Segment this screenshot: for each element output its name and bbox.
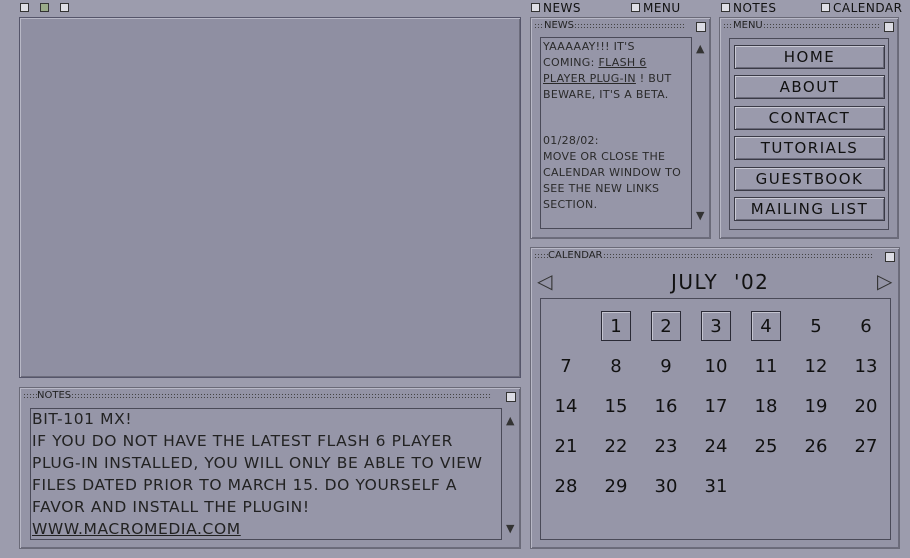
- window-button-3[interactable]: [60, 3, 69, 12]
- prev-month-icon[interactable]: ◁: [537, 269, 552, 293]
- calendar-close-icon[interactable]: [885, 252, 895, 262]
- checkbox-menu-label: MENU: [643, 1, 681, 15]
- calendar-day-23[interactable]: 23: [651, 431, 681, 461]
- calendar-day-8[interactable]: 8: [601, 351, 631, 381]
- calendar-day-19[interactable]: 19: [801, 391, 831, 421]
- menu-close-icon[interactable]: [884, 22, 894, 32]
- menu-panel[interactable]: MENU HOME ABOUT CONTACT TUTORIALS GUESTB…: [719, 17, 899, 239]
- main-content-area: [19, 17, 521, 378]
- notes-body: IF YOU DO NOT HAVE THE LATEST FLASH 6 PL…: [32, 432, 483, 516]
- news-panel-title: NEWS: [544, 20, 575, 31]
- news-close-icon[interactable]: [696, 22, 706, 32]
- calendar-day-14[interactable]: 14: [551, 391, 581, 421]
- news-content: YAAAAAY!!! IT'S COMING: FLASH 6 PLAYER P…: [540, 37, 692, 229]
- calendar-panel[interactable]: CALENDAR ◁ JULY '02 ▷ 1 2 3 4 5 6 7 8 9 10 11 12 13 1…: [530, 247, 900, 549]
- calendar-day-25[interactable]: 25: [751, 431, 781, 461]
- calendar-day-15[interactable]: 15: [601, 391, 631, 421]
- calendar-day-6[interactable]: 6: [851, 311, 881, 341]
- menu-panel-title: MENU: [733, 20, 763, 31]
- calendar-day-20[interactable]: 20: [851, 391, 881, 421]
- calendar-day-22[interactable]: 22: [601, 431, 631, 461]
- notes-panel[interactable]: NOTES BIT-101 MX! IF YOU DO NOT HAVE THE…: [19, 387, 521, 549]
- calendar-day-24[interactable]: 24: [701, 431, 731, 461]
- notes-panel-title: NOTES: [37, 390, 72, 401]
- menu-home-button[interactable]: HOME: [734, 45, 885, 69]
- calendar-day-4[interactable]: 4: [751, 311, 781, 341]
- calendar-day-9[interactable]: 9: [651, 351, 681, 381]
- calendar-day-2[interactable]: 2: [651, 311, 681, 341]
- notes-text: BIT-101 MX! IF YOU DO NOT HAVE THE LATES…: [32, 408, 502, 540]
- calendar-day-3[interactable]: 3: [701, 311, 731, 341]
- calendar-day-26[interactable]: 26: [801, 431, 831, 461]
- calendar-panel-titlebar[interactable]: CALENDAR: [534, 249, 881, 262]
- menu-tutorials-button[interactable]: TUTORIALS: [734, 136, 885, 160]
- calendar-day-31[interactable]: 31: [701, 471, 731, 501]
- menu-content: HOME ABOUT CONTACT TUTORIALS GUESTBOOK M…: [729, 38, 889, 230]
- checkbox-menu[interactable]: [631, 3, 640, 12]
- news-panel[interactable]: NEWS YAAAAAY!!! IT'S COMING: FLASH 6 PLA…: [530, 17, 711, 239]
- checkbox-notes-label: NOTES: [733, 1, 777, 15]
- news-scroll-up-icon[interactable]: ▲: [696, 43, 704, 54]
- news-scroll-down-icon[interactable]: ▼: [696, 210, 704, 221]
- notes-panel-titlebar[interactable]: NOTES: [23, 389, 502, 402]
- window-button-1[interactable]: [20, 3, 29, 12]
- macromedia-link[interactable]: WWW.MACROMEDIA.COM: [32, 518, 502, 540]
- calendar-grid: 1 2 3 4 5 6 7 8 9 10 11 12 13 14 15 16 17 18 19 20 21 22 23 24 2…: [540, 298, 891, 540]
- notes-scroll-down-icon[interactable]: ▼: [506, 523, 514, 534]
- checkbox-calendar-label: CALENDAR: [833, 1, 903, 15]
- calendar-day-29[interactable]: 29: [601, 471, 631, 501]
- news-panel-titlebar[interactable]: NEWS: [534, 19, 692, 32]
- calendar-day-27[interactable]: 27: [851, 431, 881, 461]
- calendar-day-1[interactable]: 1: [601, 311, 631, 341]
- news-date: 01/28/02:: [543, 134, 599, 147]
- calendar-day-12[interactable]: 12: [801, 351, 831, 381]
- calendar-day-30[interactable]: 30: [651, 471, 681, 501]
- next-month-icon[interactable]: ▷: [877, 269, 892, 293]
- calendar-day-10[interactable]: 10: [701, 351, 731, 381]
- menu-guestbook-button[interactable]: GUESTBOOK: [734, 167, 885, 191]
- calendar-day-16[interactable]: 16: [651, 391, 681, 421]
- notes-close-icon[interactable]: [506, 392, 516, 402]
- window-button-2[interactable]: [40, 3, 49, 12]
- calendar-day-13[interactable]: 13: [851, 351, 881, 381]
- calendar-day-11[interactable]: 11: [751, 351, 781, 381]
- calendar-panel-title: CALENDAR: [548, 250, 603, 261]
- checkbox-news[interactable]: [531, 3, 540, 12]
- calendar-day-21[interactable]: 21: [551, 431, 581, 461]
- checkbox-news-label: NEWS: [543, 1, 582, 15]
- calendar-day-17[interactable]: 17: [701, 391, 731, 421]
- calendar-month-label: JULY '02: [671, 270, 770, 294]
- calendar-day-18[interactable]: 18: [751, 391, 781, 421]
- news-line1: YAAAAAY!!! IT'S COMING: FLASH 6 PLAYER P…: [543, 40, 672, 101]
- checkbox-notes[interactable]: [721, 3, 730, 12]
- menu-mailing-list-button[interactable]: MAILING LIST: [734, 197, 885, 221]
- calendar-day-28[interactable]: 28: [551, 471, 581, 501]
- notes-scroll-up-icon[interactable]: ▲: [506, 415, 514, 426]
- calendar-day-5[interactable]: 5: [801, 311, 831, 341]
- checkbox-calendar[interactable]: [821, 3, 830, 12]
- calendar-day-7[interactable]: 7: [551, 351, 581, 381]
- menu-panel-titlebar[interactable]: MENU: [723, 19, 880, 32]
- menu-about-button[interactable]: ABOUT: [734, 75, 885, 99]
- notes-heading: BIT-101 MX!: [32, 410, 133, 428]
- news-line2: MOVE OR CLOSE THE CALENDAR WINDOW TO SEE…: [543, 150, 682, 211]
- menu-contact-button[interactable]: CONTACT: [734, 106, 885, 130]
